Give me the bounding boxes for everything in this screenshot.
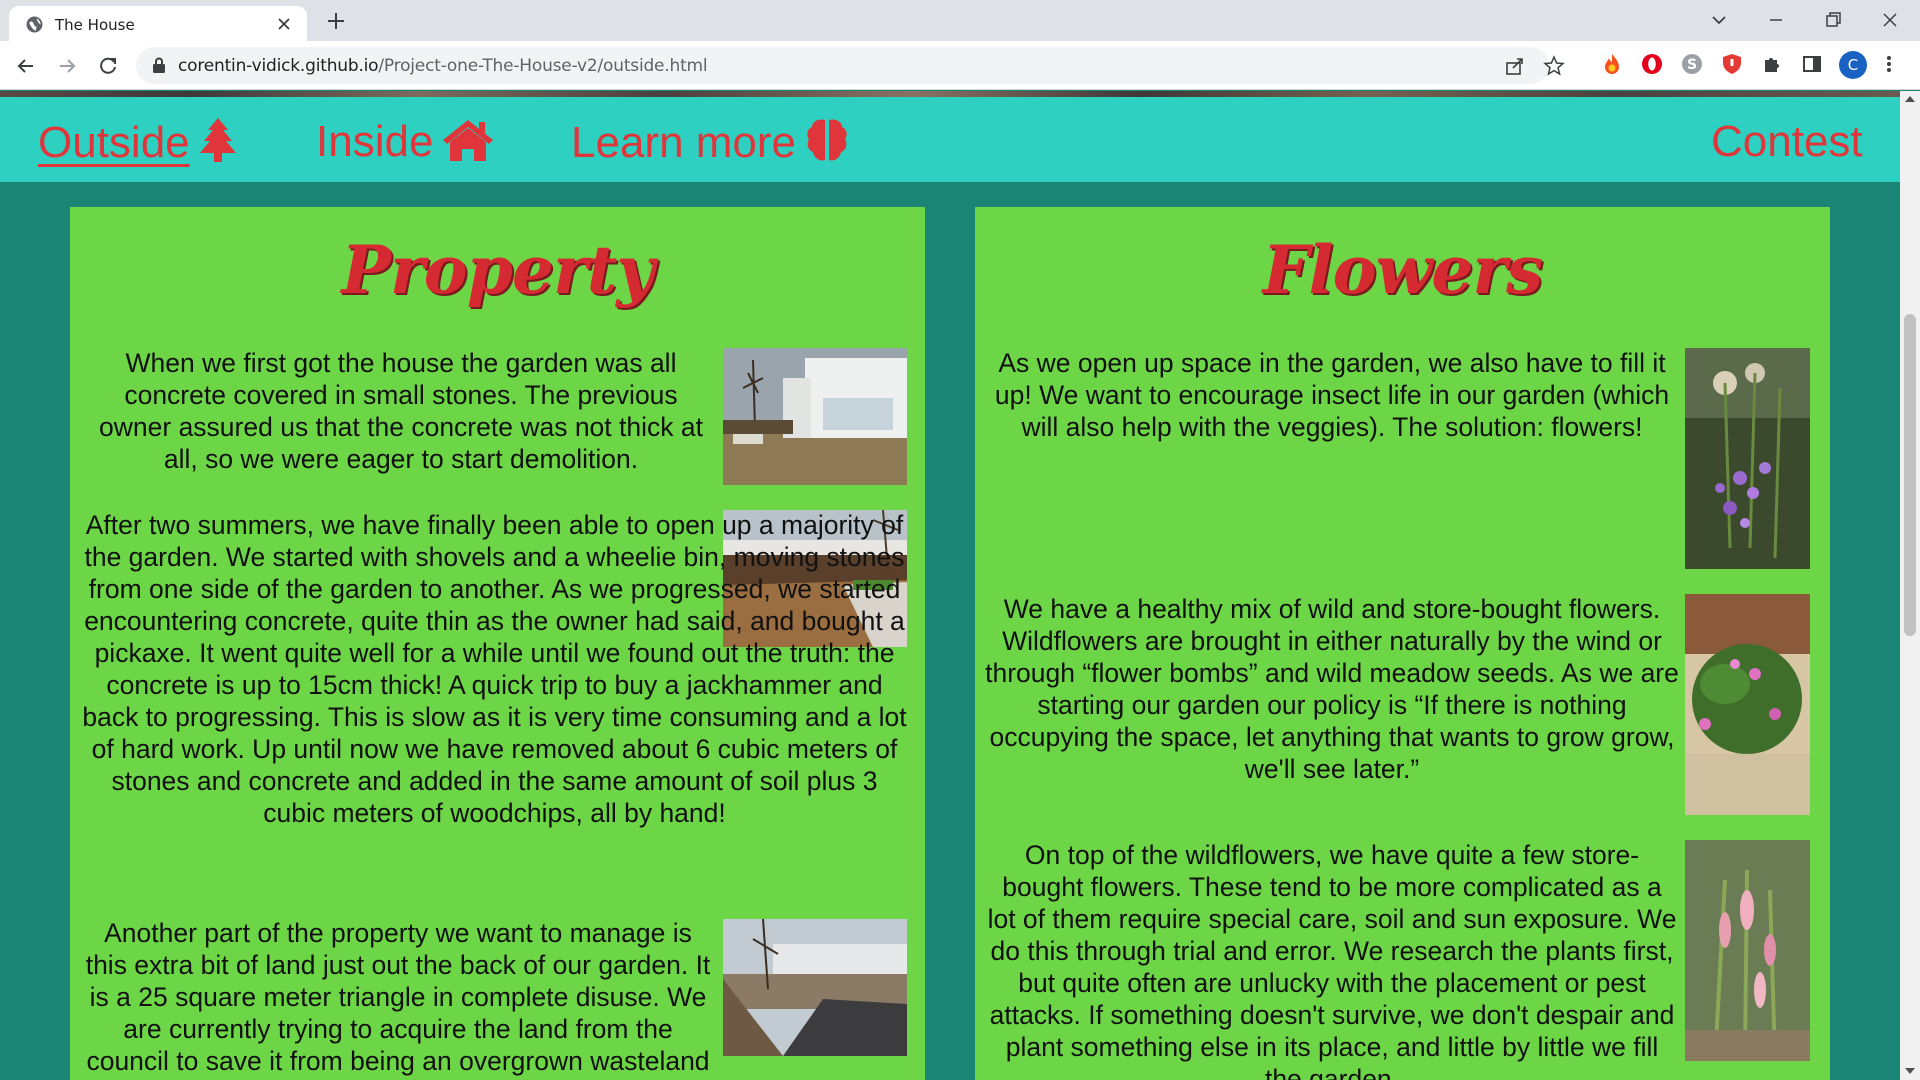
main-navbar: Outside Inside Learn more Contest [0,97,1900,182]
close-tab-icon[interactable] [275,15,293,33]
nav-outside-link[interactable]: Outside [38,117,238,168]
lock-icon[interactable] [152,57,166,73]
nav-inside-link[interactable]: Inside [316,117,495,167]
fire-extension-icon[interactable] [1600,52,1624,76]
share-icon[interactable] [1504,55,1526,77]
flowers-title: Flowers [1262,231,1544,309]
nav-contest-link[interactable]: Contest [1711,117,1863,167]
house-garden-photo [723,348,907,485]
scroll-down-icon[interactable] [1905,1067,1915,1075]
minimize-icon[interactable] [1763,8,1789,32]
tab-title: The House [55,16,135,34]
forward-icon[interactable] [54,53,80,79]
url-path: /Project-one-The-House-v2/outside.html [378,56,708,76]
opera-extension-icon[interactable] [1640,52,1664,76]
close-window-icon[interactable] [1877,8,1903,32]
svg-text:S: S [1687,57,1697,73]
new-tab-icon[interactable] [325,10,347,32]
address-bar: corentin-vidick.github.io/Project-one-Th… [0,41,1920,90]
reload-icon[interactable] [95,53,121,79]
url-text: corentin-vidick.github.io/Project-one-Th… [178,56,708,76]
profile-avatar[interactable]: C [1839,51,1867,79]
restore-icon[interactable] [1820,8,1846,32]
browser-tab-strip: The House [0,0,1920,41]
property-paragraph-3: Another part of the property we want to … [85,918,711,1080]
back-icon[interactable] [13,53,39,79]
pink-flowers-photo [1685,594,1810,815]
celosia-flowers-photo [1685,840,1810,1061]
flowers-paragraph-3: On top of the wildflowers, we have quite… [987,840,1677,1080]
tree-icon [199,118,236,162]
tab-search-icon[interactable] [1706,8,1732,32]
nav-contest-label: Contest [1711,117,1863,166]
property-paragraph-1: When we first got the house the garden w… [99,348,703,474]
nav-inside-label: Inside [316,117,434,166]
url-host: corentin-vidick.github.io [178,56,379,76]
nav-outside-label: Outside [38,118,190,167]
bookmark-star-icon[interactable] [1543,55,1565,77]
back-land-photo [723,919,907,1056]
brain-icon [807,119,847,161]
flowers-card: Flowers As we open up space in the garde… [975,207,1830,1080]
globe-icon [26,16,43,33]
property-paragraph-2: After two summers, we have finally been … [82,510,907,828]
extensions-puzzle-icon[interactable] [1760,52,1784,76]
scrollbar-thumb[interactable] [1904,314,1916,636]
house-icon [443,120,494,161]
browser-tab[interactable]: The House [9,6,307,41]
flowers-paragraph-1: As we open up space in the garden, we al… [994,348,1670,442]
flowers-paragraph-2: We have a healthy mix of wild and store-… [985,594,1679,784]
url-field[interactable]: corentin-vidick.github.io/Project-one-Th… [136,47,1565,84]
purple-flowers-photo [1685,348,1810,569]
browser-menu-icon[interactable] [1882,52,1896,76]
shield-extension-icon[interactable] [1720,52,1744,76]
skype-extension-icon[interactable]: S [1680,52,1704,76]
scroll-up-icon[interactable] [1905,95,1915,103]
page-scrollbar[interactable] [1900,91,1920,1080]
property-card: Property When we first got the house the… [70,207,925,1080]
page-viewport: Outside Inside Learn more Contest Proper… [0,91,1900,1080]
nav-learn-more-link[interactable]: Learn more [571,117,850,168]
property-title: Property [341,231,654,309]
nav-learn-more-label: Learn more [571,118,797,167]
side-panel-icon[interactable] [1800,52,1824,76]
